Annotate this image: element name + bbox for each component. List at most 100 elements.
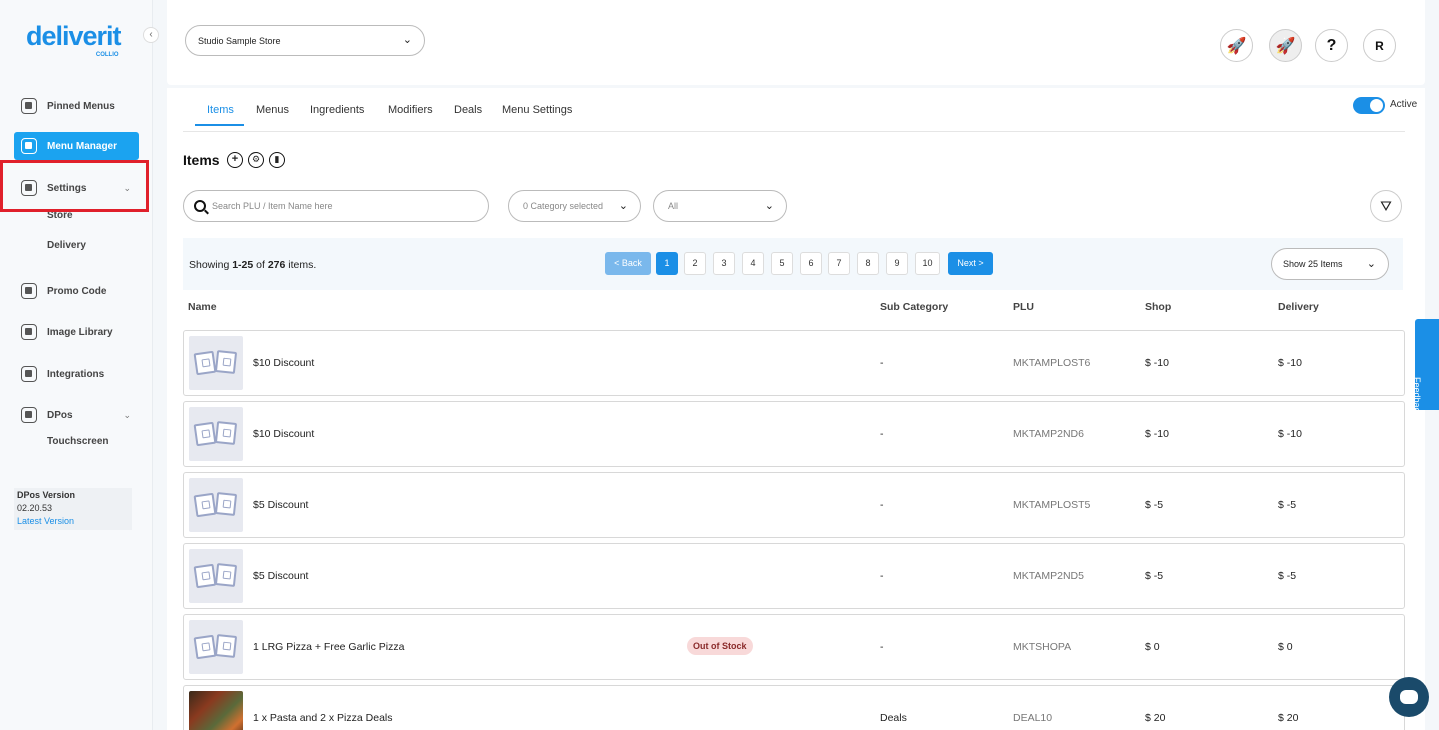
tab-modifiers[interactable]: Modifiers — [388, 104, 433, 116]
tab-deals[interactable]: Deals — [454, 104, 482, 116]
latest-version-link[interactable]: Latest Version — [17, 516, 129, 526]
feedback-tab[interactable]: Feedback — [1412, 319, 1439, 417]
page-button[interactable]: 7 — [828, 252, 850, 275]
tab-menus[interactable]: Menus — [256, 104, 289, 116]
category-dropdown-value: 0 Category selected — [523, 201, 604, 211]
sidebar-item-menu-manager[interactable]: Menu Manager — [14, 132, 139, 160]
page-size-dropdown[interactable]: Show 25 Items ⌄ — [1271, 248, 1389, 280]
chevron-down-icon: ⌄ — [123, 409, 131, 420]
tab-items[interactable]: Items — [207, 104, 234, 116]
item-plu: MKTAMP2ND6 — [1013, 428, 1084, 440]
chat-icon[interactable] — [1389, 677, 1429, 717]
page-button[interactable]: 10 — [915, 252, 940, 275]
bookmark-icon — [21, 98, 37, 114]
item-name: $5 Discount — [253, 499, 309, 511]
collapse-sidebar-button[interactable]: ‹ — [143, 27, 159, 43]
sidebar-item-pinned-menus[interactable]: Pinned Menus — [14, 92, 139, 120]
sidebar-item-integrations[interactable]: Integrations — [14, 360, 139, 388]
page-button[interactable]: 9 — [886, 252, 908, 275]
item-plu: DEAL10 — [1013, 712, 1053, 724]
page-button[interactable]: 6 — [800, 252, 822, 275]
search-field[interactable] — [183, 190, 489, 222]
table-row[interactable]: $5 Discount - MKTAMPLOST5 $ -5 $ -5 — [183, 472, 1405, 538]
sidebar-item-label: Menu Manager — [47, 140, 118, 152]
item-shop-price: $ -5 — [1145, 499, 1164, 511]
status-dropdown[interactable]: All ⌄ — [653, 190, 787, 222]
item-plu: MKTSHOPA — [1013, 641, 1072, 653]
tab-menu-settings[interactable]: Menu Settings — [502, 104, 572, 116]
item-shop-price: $ -10 — [1145, 357, 1169, 369]
page-button[interactable]: 3 — [713, 252, 735, 275]
table-row[interactable]: $10 Discount - MKTAMP2ND6 $ -10 $ -10 — [183, 401, 1405, 467]
page-button[interactable]: 4 — [742, 252, 764, 275]
out-of-stock-badge: Out of Stock — [687, 637, 753, 655]
active-toggle[interactable] — [1353, 97, 1385, 114]
item-shop-price: $ 0 — [1145, 641, 1160, 653]
menu-icon — [21, 138, 37, 154]
item-delivery-price: $ -5 — [1278, 570, 1297, 582]
sidebar-item-dpos[interactable]: DPos ⌄ — [14, 401, 139, 429]
pos-icon — [21, 407, 37, 423]
settings-icon[interactable]: ⚙ — [248, 152, 264, 168]
column-header-delivery[interactable]: Delivery — [1278, 301, 1319, 313]
avatar[interactable]: R — [1363, 29, 1396, 62]
sidebar-subitem-touchscreen[interactable]: Touchscreen — [47, 436, 109, 447]
page-button[interactable]: 5 — [771, 252, 793, 275]
item-sub-category: - — [880, 428, 884, 440]
item-thumbnail — [189, 620, 243, 674]
page-button[interactable]: 1 — [656, 252, 678, 275]
sidebar-item-label: Pinned Menus — [47, 100, 115, 112]
sidebar-item-image-library[interactable]: Image Library — [14, 318, 139, 346]
item-shop-price: $ -5 — [1145, 570, 1164, 582]
chevron-down-icon: ⌄ — [764, 200, 774, 212]
item-delivery-price: $ -10 — [1278, 357, 1302, 369]
ticket-icon — [21, 283, 37, 299]
main-panel: Items Menus Ingredients Modifiers Deals … — [167, 88, 1425, 730]
page-button[interactable]: 2 — [684, 252, 706, 275]
column-header-name[interactable]: Name — [188, 301, 217, 313]
item-plu: MKTAMP2ND5 — [1013, 570, 1084, 582]
store-select[interactable]: Studio Sample Store ⌄ — [185, 25, 425, 56]
item-sub-category: Deals — [880, 712, 907, 724]
item-name: 1 x Pasta and 2 x Pizza Deals — [253, 712, 393, 724]
sidebar-item-label: Promo Code — [47, 285, 107, 297]
item-thumbnail — [189, 691, 243, 730]
next-button[interactable]: Next > — [948, 252, 993, 275]
page-button[interactable]: 8 — [857, 252, 879, 275]
chevron-down-icon: ⌄ — [402, 34, 412, 46]
rocket-outline-icon[interactable]: 🚀 — [1269, 29, 1302, 62]
sidebar-item-promo-code[interactable]: Promo Code — [14, 277, 139, 305]
rocket-icon[interactable]: 🚀 — [1220, 29, 1253, 62]
add-item-icon[interactable]: + — [227, 152, 243, 168]
item-thumbnail — [189, 478, 243, 532]
logo-subtext: COLLIO — [95, 52, 119, 58]
table-row[interactable]: 1 x Pasta and 2 x Pizza Deals Deals DEAL… — [183, 685, 1405, 730]
column-header-sub-category[interactable]: Sub Category — [880, 301, 948, 313]
sidebar-item-label: DPos — [47, 409, 73, 421]
back-button[interactable]: < Back — [605, 252, 651, 275]
search-input[interactable] — [212, 201, 462, 211]
table-row[interactable]: 1 LRG Pizza + Free Garlic Pizza Out of S… — [183, 614, 1405, 680]
bookmark-icon[interactable]: ▮ — [269, 152, 285, 168]
pagination-bar: Showing 1-25 of 276 items. < Back 1 2 3 … — [183, 238, 1403, 290]
filter-icon[interactable]: ⛛ — [1370, 190, 1402, 222]
column-header-shop[interactable]: Shop — [1145, 301, 1171, 313]
item-name: $10 Discount — [253, 357, 315, 369]
table-row[interactable]: $5 Discount - MKTAMP2ND5 $ -5 $ -5 — [183, 543, 1405, 609]
table-row[interactable]: $10 Discount - MKTAMPLOST6 $ -10 $ -10 — [183, 330, 1405, 396]
item-shop-price: $ -10 — [1145, 428, 1169, 440]
item-thumbnail — [189, 407, 243, 461]
tab-ingredients[interactable]: Ingredients — [310, 104, 364, 116]
help-icon[interactable]: ? — [1315, 29, 1348, 62]
item-delivery-price: $ 20 — [1278, 712, 1299, 724]
deliverit-logo[interactable]: deliverit COLLIO — [26, 22, 122, 58]
column-header-plu[interactable]: PLU — [1013, 301, 1034, 313]
active-toggle-label: Active — [1390, 99, 1418, 110]
sidebar: deliverit COLLIO Pinned Menus Menu Manag… — [0, 0, 153, 730]
item-delivery-price: $ -10 — [1278, 428, 1302, 440]
sidebar-subitem-delivery[interactable]: Delivery — [47, 240, 86, 251]
tabs: Items Menus Ingredients Modifiers Deals … — [183, 88, 1417, 132]
item-plu: MKTAMPLOST6 — [1013, 357, 1091, 369]
feedback-label: Feedback — [1412, 377, 1422, 417]
category-dropdown[interactable]: 0 Category selected ⌄ — [508, 190, 641, 222]
